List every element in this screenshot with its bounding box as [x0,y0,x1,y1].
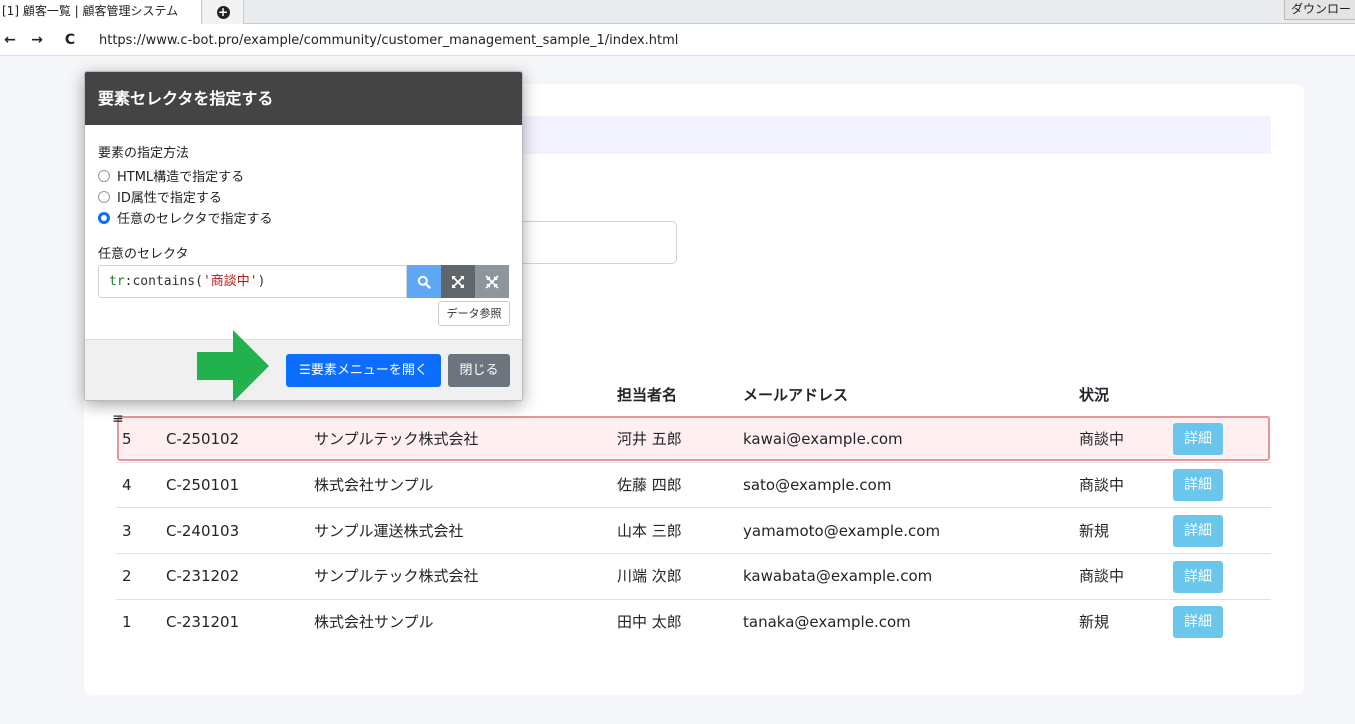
column-header-person: 担当者名 [617,386,678,404]
detail-button[interactable]: 詳細 [1173,606,1223,638]
selector-quote: ' [202,274,211,289]
radio-button[interactable] [98,190,110,203]
selector-pseudo: :contains( [124,274,203,289]
expand-button[interactable] [441,265,475,298]
detail-button[interactable]: 詳細 [1173,423,1223,455]
cell-no: 5 [122,430,132,448]
plus-circle-icon: + [216,4,230,19]
method-label: 要素の指定方法 [98,146,190,161]
dialog-title[interactable]: 要素セレクタを指定する [85,72,522,125]
cell-person: 田中 太郎 [617,613,682,631]
radio-custom-selector[interactable]: 任意のセレクタで指定する [98,208,272,227]
reload-icon[interactable]: C [60,30,80,50]
row-divider [116,507,1271,508]
data-reference-button[interactable]: データ参照 [438,301,510,326]
row-divider [116,599,1271,600]
cell-status: 商談中 [1079,567,1125,585]
search-button[interactable] [407,265,441,298]
page-banner [520,116,1271,154]
cell-no: 3 [122,522,132,540]
cell-person: 山本 三郎 [617,522,682,540]
cell-company: 株式会社サンプル [314,476,434,494]
cell-person: 佐藤 四郎 [617,476,682,494]
cell-email: tanaka@example.com [743,613,911,631]
browser-tab[interactable]: [1] 顧客一覧 | 顧客管理システム [0,0,202,24]
new-tab-button[interactable]: + [203,0,244,24]
cell-status: 商談中 [1079,476,1125,494]
selector-quote: ' [249,274,258,289]
back-arrow-icon[interactable]: ← [0,30,20,50]
search-icon [417,275,431,289]
address-bar: ← → C https://www.c-bot.pro/example/comm… [0,24,1355,56]
row-handle-icon[interactable]: ≡ [112,412,124,426]
download-button[interactable]: ダウンロー [1283,0,1355,20]
radio-label: 任意のセレクタで指定する [117,212,273,227]
dialog-footer: ☰要素メニューを開く 閉じる [85,339,522,400]
row-divider [116,462,1271,463]
cell-email: kawai@example.com [743,430,903,448]
cell-company: サンプル運送株式会社 [314,522,464,540]
cell-person: 川端 次郎 [617,567,682,585]
cell-no: 4 [122,476,132,494]
column-header-email: メールアドレス [743,386,849,404]
radio-label: ID属性で指定する [117,191,222,206]
cell-status: 商談中 [1079,430,1125,448]
forward-arrow-icon[interactable]: → [27,30,47,50]
detail-button[interactable]: 詳細 [1173,469,1223,501]
compress-button[interactable] [475,265,509,298]
search-input[interactable] [520,221,677,264]
detail-button[interactable]: 詳細 [1173,561,1223,593]
selector-label: 任意のセレクタ [98,247,189,262]
cell-email: yamamoto@example.com [743,522,941,540]
close-button[interactable]: 閉じる [448,354,510,387]
radio-html-structure[interactable]: HTML構造で指定する [98,166,244,185]
cell-no: 2 [122,567,132,585]
open-element-menu-button[interactable]: ☰要素メニューを開く [286,354,441,387]
cell-code: C-250102 [166,430,240,448]
selector-input[interactable]: tr:contains('商談中') [98,265,407,298]
url-field[interactable]: https://www.c-bot.pro/example/community/… [99,24,678,56]
radio-label: HTML構造で指定する [117,170,245,185]
radio-button[interactable] [98,169,110,182]
cell-status: 新規 [1079,522,1110,540]
selector-close: ) [257,274,266,289]
tab-bar: [1] 顧客一覧 | 顧客管理システム + ダウンロー [0,0,1355,24]
cell-email: kawabata@example.com [743,567,933,585]
cell-company: 株式会社サンプル [314,613,434,631]
column-header-status: 状況 [1079,386,1110,404]
cell-company: サンプルテック株式会社 [314,430,479,448]
cell-person: 河井 五郎 [617,430,682,448]
selector-argument: 商談中 [210,274,250,289]
cell-code: C-240103 [166,522,240,540]
cell-status: 新規 [1079,613,1110,631]
cell-company: サンプルテック株式会社 [314,567,479,585]
cell-code: C-250101 [166,476,240,494]
detail-button[interactable]: 詳細 [1173,515,1223,547]
compress-icon [485,274,499,289]
selector-tag: tr [109,274,125,289]
cell-code: C-231202 [166,567,240,585]
selector-dialog: 要素セレクタを指定する 要素の指定方法 HTML構造で指定する ID属性で指定す… [84,71,523,401]
radio-id-attribute[interactable]: ID属性で指定する [98,187,222,206]
green-arrow-icon [197,330,269,402]
cell-code: C-231201 [166,613,240,631]
expand-icon [452,275,464,288]
row-divider [116,553,1271,554]
cell-email: sato@example.com [743,476,892,494]
cell-no: 1 [122,613,132,631]
radio-button-selected[interactable] [98,211,110,224]
